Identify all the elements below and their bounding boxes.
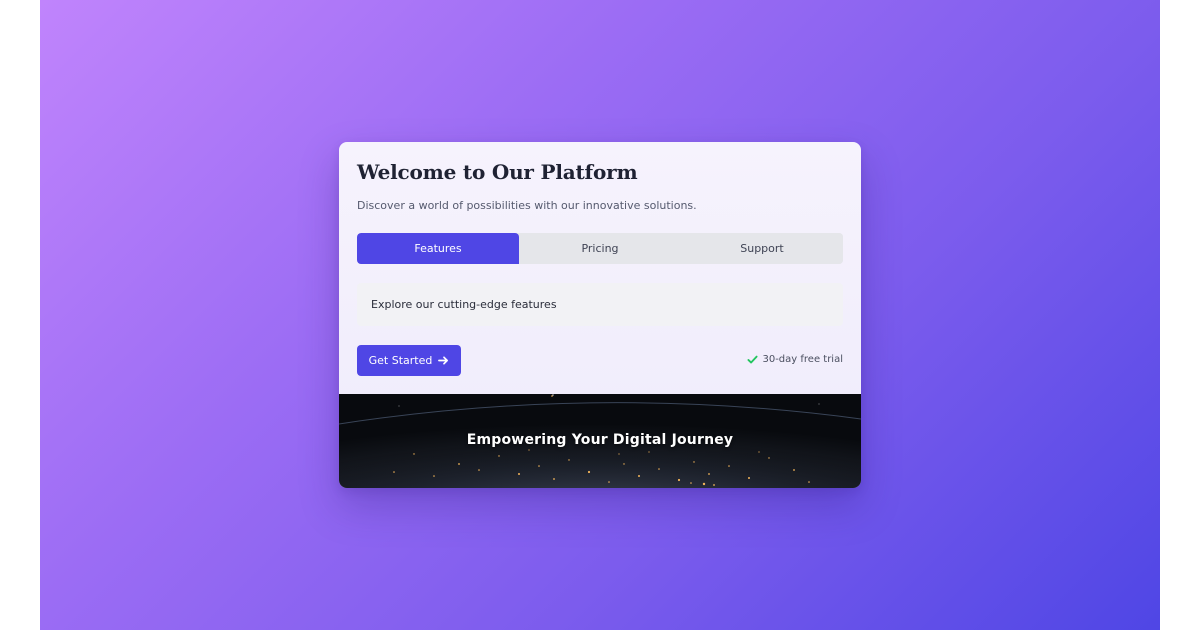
get-started-button[interactable]: Get Started xyxy=(357,345,461,376)
banner-heading: Empowering Your Digital Journey xyxy=(466,432,734,448)
card-subtitle: Discover a world of possibilities with o… xyxy=(357,199,697,212)
welcome-card: Welcome to Our Platform Discover a world… xyxy=(339,142,861,488)
tab-features[interactable]: Features xyxy=(357,233,519,264)
hero-banner: Empowering Your Digital Journey xyxy=(339,394,861,488)
tab-bar: Features Pricing Support xyxy=(357,233,843,264)
tab-support[interactable]: Support xyxy=(681,233,843,264)
tab-panel-text: Explore our cutting-edge features xyxy=(371,298,557,311)
tab-panel: Explore our cutting-edge features xyxy=(357,283,843,326)
card-title: Welcome to Our Platform xyxy=(357,160,638,184)
trial-label: 30-day free trial xyxy=(762,354,843,365)
check-icon xyxy=(747,355,759,364)
trial-note: 30-day free trial xyxy=(747,354,843,365)
tab-pricing[interactable]: Pricing xyxy=(519,233,681,264)
get-started-label: Get Started xyxy=(368,354,433,367)
arrow-right-icon xyxy=(438,356,449,365)
page-background: Welcome to Our Platform Discover a world… xyxy=(40,0,1160,630)
